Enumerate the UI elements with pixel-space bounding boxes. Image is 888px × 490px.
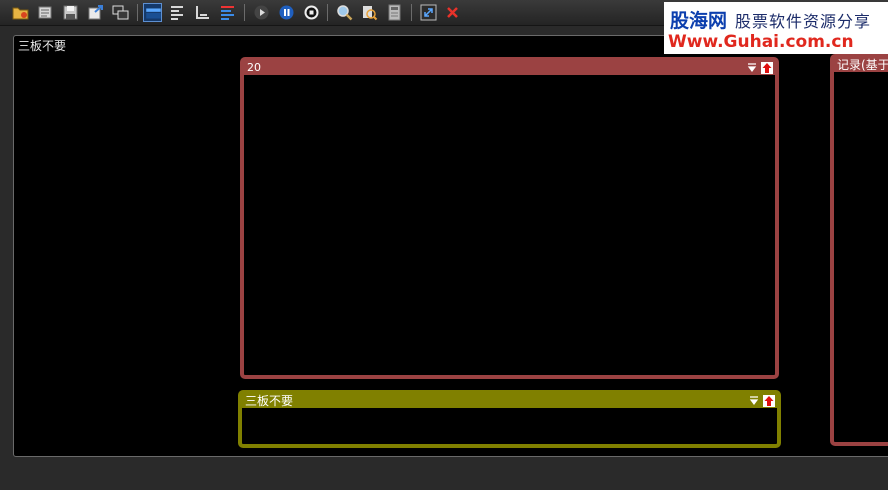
collapse-icon[interactable] xyxy=(748,395,760,407)
toolbar-separator xyxy=(244,4,245,21)
close-icon[interactable] xyxy=(443,3,462,22)
panel-title: 三板不要 xyxy=(245,394,294,408)
play-icon[interactable] xyxy=(252,3,271,22)
pause-icon[interactable] xyxy=(277,3,296,22)
collapse-icon[interactable] xyxy=(746,62,758,74)
watermark-logo: 股海网 股票软件资源分享 Www.Guhai.com.cn xyxy=(664,2,888,54)
calculator-icon[interactable] xyxy=(385,3,404,22)
workspace-title: 三板不要 xyxy=(18,39,67,53)
bars-color-icon[interactable] xyxy=(218,3,237,22)
stop-icon[interactable] xyxy=(302,3,321,22)
open-folder-icon[interactable] xyxy=(11,3,30,22)
chart-panel-right[interactable]: 记录(基于 xyxy=(830,54,888,446)
panel-title: 20 xyxy=(247,61,261,74)
align-bottom-icon[interactable] xyxy=(193,3,212,22)
align-left-icon[interactable] xyxy=(168,3,187,22)
up-arrow-icon[interactable] xyxy=(761,62,773,74)
export-icon[interactable] xyxy=(86,3,105,22)
logo-name: 股海网 xyxy=(670,10,728,32)
open-icon[interactable] xyxy=(36,3,55,22)
zoom-icon[interactable] xyxy=(335,3,354,22)
logo-tagline: 股票软件资源分享 xyxy=(735,12,872,31)
toolbar-separator xyxy=(327,4,328,21)
window-switch-icon[interactable] xyxy=(111,3,130,22)
toolbar-separator xyxy=(137,4,138,21)
up-arrow-icon[interactable] xyxy=(763,395,775,407)
toolbar-separator xyxy=(411,4,412,21)
panel-header[interactable]: 三板不要 xyxy=(242,394,777,408)
chart-panel-main[interactable]: 20 xyxy=(240,57,779,379)
panel-title: 记录(基于 xyxy=(837,58,888,72)
panel-header[interactable]: 记录(基于 xyxy=(834,58,888,72)
save-icon[interactable] xyxy=(61,3,80,22)
expand-icon[interactable] xyxy=(419,3,438,22)
find-icon[interactable] xyxy=(360,3,379,22)
logo-url: Www.Guhai.com.cn xyxy=(668,32,854,52)
layout-full-icon[interactable] xyxy=(143,3,162,22)
panel-header[interactable]: 20 xyxy=(244,61,775,75)
workspace-window: 三板不要 20 三板不要 记录(基于 xyxy=(13,35,888,457)
chart-panel-bottom[interactable]: 三板不要 xyxy=(238,390,781,448)
